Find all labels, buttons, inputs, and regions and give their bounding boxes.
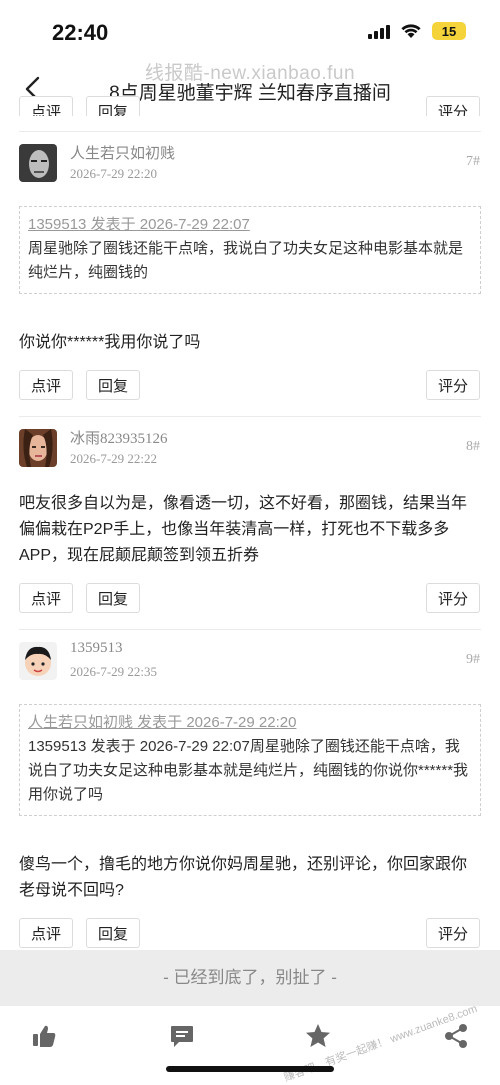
previous-post-actions: 点评 回复 评分 [0, 96, 500, 116]
rate-button[interactable]: 评分 [426, 370, 480, 400]
floor-number: 9# [466, 652, 480, 667]
cellular-signal-icon [368, 23, 390, 39]
comment-button[interactable]: 点评 [19, 918, 73, 948]
post-actions: 点评 回复 评分 [0, 583, 500, 615]
username[interactable]: 1359513 [70, 640, 123, 657]
quote-block: 人生若只如初贱 发表于 2026-7-29 22:20 1359513 发表于 … [19, 704, 481, 816]
quote-header[interactable]: 1359513 发表于 2026-7-29 22:07 [28, 213, 472, 237]
comment-button[interactable]: 点评 [19, 96, 73, 116]
comment-button[interactable]: 点评 [19, 370, 73, 400]
post-7: 人生若只如初贱 2026-7-29 22:20 7# 1359513 发表于 2… [0, 132, 500, 417]
post-9: 1359513 2026-7-29 22:35 9# 人生若只如初贱 发表于 2… [0, 630, 500, 950]
post-header: 人生若只如初贱 2026-7-29 22:20 7# [0, 132, 500, 206]
avatar[interactable] [19, 144, 57, 182]
rate-button[interactable]: 评分 [426, 96, 480, 116]
rate-button[interactable]: 评分 [426, 583, 480, 613]
floor-number: 8# [466, 439, 480, 454]
post-actions: 点评 回复 评分 [0, 918, 500, 950]
quote-text: 周星驰除了圈钱还能干点啥，我说白了功夫女足这种电影基本就是纯烂片，纯圈钱的 [28, 240, 464, 281]
reply-button[interactable]: 回复 [86, 96, 140, 116]
post-time: 2026-7-29 22:35 [70, 664, 158, 679]
quote-block: 1359513 发表于 2026-7-29 22:07 周星驰除了圈钱还能干点啥… [19, 206, 481, 294]
avatar[interactable] [19, 642, 57, 680]
avatar[interactable] [19, 429, 57, 467]
post-body: 吧友很多自以为是，像看透一切，这不好看，那圈钱，结果当年偏偏栽在P2P手上，也像… [19, 495, 468, 564]
username[interactable]: 人生若只如初贱 [70, 142, 175, 163]
post-body: 你说你******我用你说了吗 [19, 334, 201, 351]
post-8: 冰雨823935126 2026-7-29 22:22 8# 吧友很多自以为是，… [0, 417, 500, 630]
quote-text: 1359513 发表于 2026-7-29 22:07周星驰除了圈钱还能干点啥，… [28, 738, 469, 803]
home-indicator [166, 1066, 334, 1072]
reply-button[interactable]: 回复 [86, 918, 140, 948]
status-time: 22:40 [52, 20, 109, 45]
username[interactable]: 冰雨823935126 [70, 427, 168, 448]
thread-content: 点评 回复 评分 人生若只如初贱 2026-7-29 22:20 7# 1359… [0, 96, 500, 950]
post-body: 傻鸟一个，撸毛的地方你说你妈周星驰，还别评论，你回家跟你老母说不回吗? [19, 856, 468, 899]
status-bar: 22:40 15 [0, 0, 500, 64]
comment-icon[interactable] [168, 1022, 196, 1050]
favorite-icon[interactable] [304, 1022, 332, 1050]
battery-indicator: 15 [432, 22, 466, 40]
comment-button[interactable]: 点评 [19, 583, 73, 613]
wifi-icon [401, 24, 421, 38]
rate-button[interactable]: 评分 [426, 918, 480, 948]
post-actions: 点评 回复 评分 [0, 370, 500, 402]
reply-button[interactable]: 回复 [86, 370, 140, 400]
status-icons: 15 [368, 22, 466, 40]
floor-number: 7# [466, 154, 480, 169]
post-time: 2026-7-29 22:22 [70, 451, 158, 466]
quote-header[interactable]: 人生若只如初贱 发表于 2026-7-29 22:20 [28, 711, 472, 735]
like-icon[interactable] [30, 1022, 58, 1050]
reply-button[interactable]: 回复 [86, 583, 140, 613]
post-header: 1359513 2026-7-29 22:35 9# [0, 630, 500, 704]
end-of-thread-banner: - 已经到底了，别扯了 - [0, 950, 500, 1006]
post-time: 2026-7-29 22:20 [70, 166, 158, 181]
post-header: 冰雨823935126 2026-7-29 22:22 8# [0, 417, 500, 491]
